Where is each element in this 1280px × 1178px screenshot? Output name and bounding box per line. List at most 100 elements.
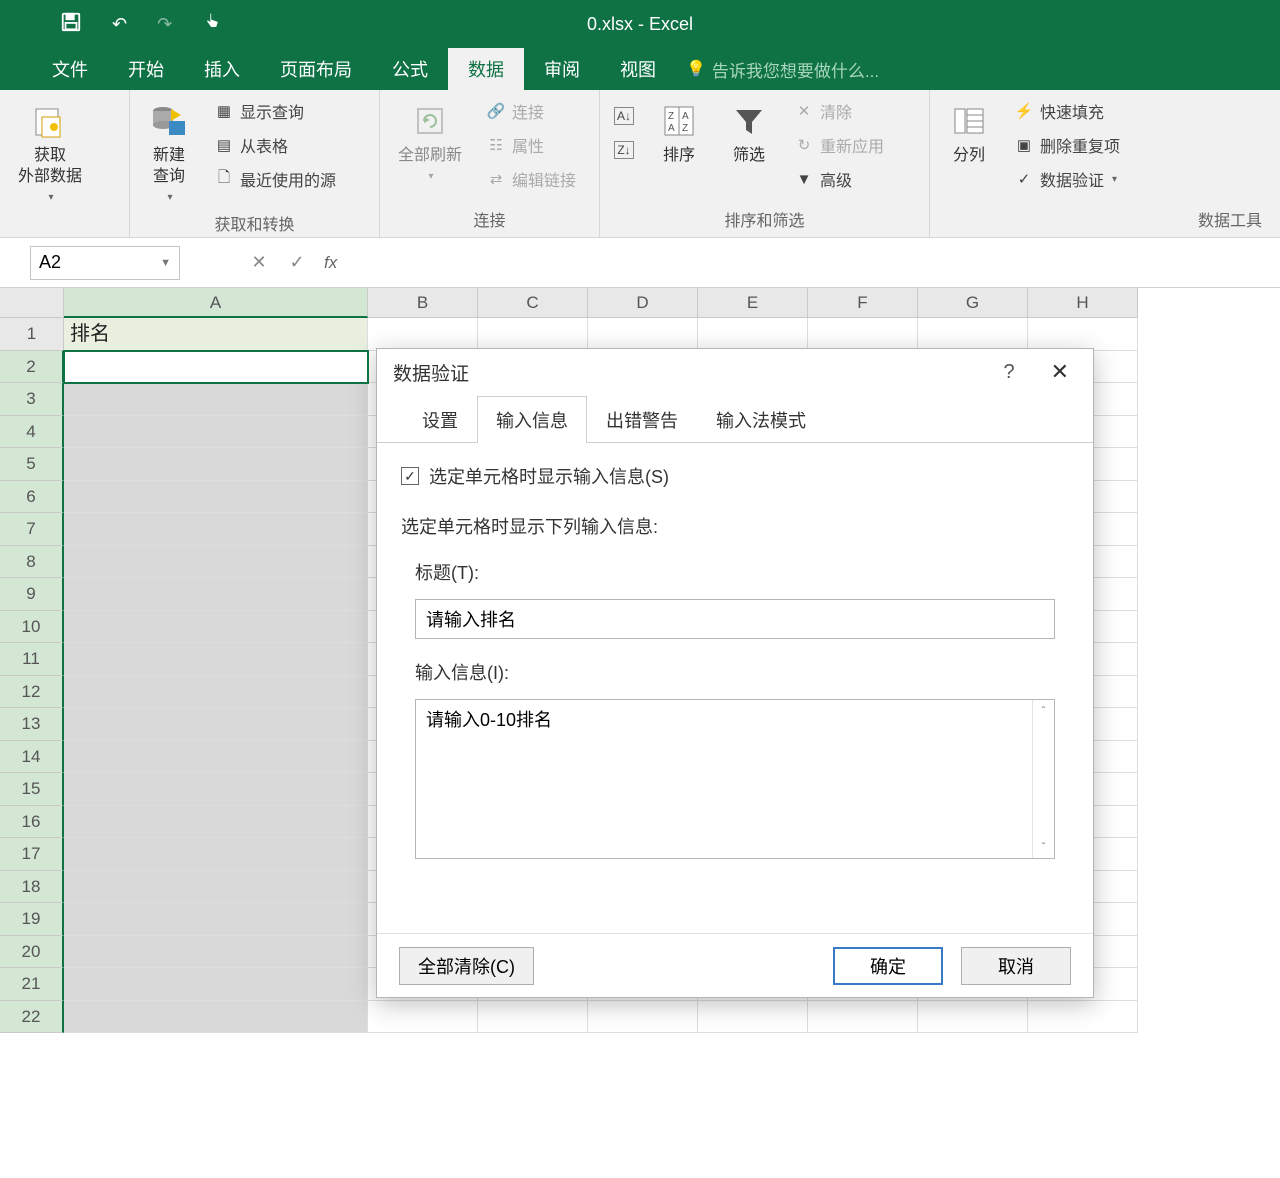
cell[interactable] xyxy=(698,318,808,351)
scroll-down-icon[interactable]: ˇ xyxy=(1042,840,1046,854)
sort-desc-button[interactable]: Z↓ xyxy=(608,138,640,162)
help-icon[interactable]: ? xyxy=(1003,361,1014,384)
tab-ime-mode[interactable]: 输入法模式 xyxy=(697,396,825,443)
advanced-filter-button[interactable]: ▼高级 xyxy=(788,164,890,194)
row-head-17[interactable]: 17 xyxy=(0,838,64,871)
col-head-E[interactable]: E xyxy=(698,288,808,318)
from-table-button[interactable]: ▤从表格 xyxy=(208,130,342,160)
name-box[interactable]: A2 ▼ xyxy=(30,246,180,280)
cell[interactable] xyxy=(368,318,478,351)
fx-icon[interactable]: fx xyxy=(316,253,345,273)
row-head-5[interactable]: 5 xyxy=(0,448,64,481)
cancel-button[interactable]: 取消 xyxy=(961,947,1071,985)
cell[interactable] xyxy=(64,968,368,1001)
tab-error-alert[interactable]: 出错警告 xyxy=(587,396,697,443)
tab-layout[interactable]: 页面布局 xyxy=(260,48,372,90)
cell[interactable] xyxy=(64,481,368,514)
cell[interactable] xyxy=(64,383,368,416)
message-textarea[interactable] xyxy=(416,700,1032,858)
cell[interactable] xyxy=(918,1001,1028,1034)
flash-fill-button[interactable]: ⚡快速填充 xyxy=(1008,96,1126,126)
tab-view[interactable]: 视图 xyxy=(600,48,676,90)
get-external-data-button[interactable]: 获取 外部数据 ▾ xyxy=(8,96,92,207)
row-head-9[interactable]: 9 xyxy=(0,578,64,611)
tab-formulas[interactable]: 公式 xyxy=(372,48,448,90)
text-to-columns-button[interactable]: 分列 xyxy=(938,96,1000,171)
cell[interactable] xyxy=(478,1001,588,1034)
dialog-titlebar[interactable]: 数据验证 ? ✕ xyxy=(377,349,1093,395)
row-head-3[interactable]: 3 xyxy=(0,383,64,416)
sort-asc-button[interactable]: A↓ xyxy=(608,104,640,128)
tab-input-message[interactable]: 输入信息 xyxy=(477,396,587,443)
cell[interactable] xyxy=(64,1001,368,1034)
cell[interactable] xyxy=(698,1001,808,1034)
undo-icon[interactable]: ↶ xyxy=(112,14,127,35)
row-head-10[interactable]: 10 xyxy=(0,611,64,644)
row-head-8[interactable]: 8 xyxy=(0,546,64,579)
filter-button[interactable]: 筛选 xyxy=(718,96,780,171)
tell-me-search[interactable]: 💡 告诉我您想要做什么... xyxy=(686,48,879,90)
col-head-C[interactable]: C xyxy=(478,288,588,318)
tab-home[interactable]: 开始 xyxy=(108,48,184,90)
cell[interactable] xyxy=(64,416,368,449)
cell[interactable] xyxy=(64,806,368,839)
row-head-19[interactable]: 19 xyxy=(0,903,64,936)
sort-button[interactable]: ZAAZ 排序 xyxy=(648,96,710,171)
row-head-6[interactable]: 6 xyxy=(0,481,64,514)
cell[interactable] xyxy=(64,351,368,384)
cell[interactable] xyxy=(1028,318,1138,351)
cell[interactable] xyxy=(64,903,368,936)
tab-settings[interactable]: 设置 xyxy=(403,396,477,443)
tab-insert[interactable]: 插入 xyxy=(184,48,260,90)
show-queries-button[interactable]: ▦显示查询 xyxy=(208,96,342,126)
col-head-D[interactable]: D xyxy=(588,288,698,318)
cell[interactable] xyxy=(64,578,368,611)
cell[interactable] xyxy=(368,1001,478,1034)
cell[interactable] xyxy=(808,318,918,351)
redo-icon[interactable]: ↷ xyxy=(157,14,172,35)
row-head-18[interactable]: 18 xyxy=(0,871,64,904)
row-head-4[interactable]: 4 xyxy=(0,416,64,449)
ok-button[interactable]: 确定 xyxy=(833,947,943,985)
cell[interactable] xyxy=(64,643,368,676)
touch-mode-icon[interactable] xyxy=(202,12,222,37)
cell[interactable] xyxy=(478,318,588,351)
refresh-all-button[interactable]: 全部刷新 ▾ xyxy=(388,96,472,186)
scroll-up-icon[interactable]: ˆ xyxy=(1042,704,1046,718)
show-input-message-checkbox[interactable]: ✓ xyxy=(401,467,419,485)
cell[interactable] xyxy=(64,546,368,579)
cell[interactable] xyxy=(64,773,368,806)
tab-file[interactable]: 文件 xyxy=(32,48,108,90)
row-head-7[interactable]: 7 xyxy=(0,513,64,546)
close-icon[interactable]: ✕ xyxy=(1043,355,1077,389)
properties-button[interactable]: ☷属性 xyxy=(480,130,582,160)
remove-duplicates-button[interactable]: ▣删除重复项 xyxy=(1008,130,1126,160)
cell[interactable] xyxy=(588,1001,698,1034)
cell[interactable] xyxy=(588,318,698,351)
row-head-15[interactable]: 15 xyxy=(0,773,64,806)
row-head-2[interactable]: 2 xyxy=(0,351,64,384)
row-head-20[interactable]: 20 xyxy=(0,936,64,969)
row-head-22[interactable]: 22 xyxy=(0,1001,64,1034)
cell[interactable] xyxy=(64,708,368,741)
clear-all-button[interactable]: 全部清除(C) xyxy=(399,947,534,985)
row-head-16[interactable]: 16 xyxy=(0,806,64,839)
select-all-corner[interactable] xyxy=(0,288,64,318)
cancel-formula-icon[interactable]: ✕ xyxy=(240,252,278,273)
enter-formula-icon[interactable]: ✓ xyxy=(278,252,316,273)
tab-data[interactable]: 数据 xyxy=(448,48,524,90)
row-head-13[interactable]: 13 xyxy=(0,708,64,741)
row-head-1[interactable]: 1 xyxy=(0,318,64,351)
col-head-G[interactable]: G xyxy=(918,288,1028,318)
dropdown-icon[interactable]: ▼ xyxy=(160,257,171,269)
cell[interactable] xyxy=(64,741,368,774)
col-head-H[interactable]: H xyxy=(1028,288,1138,318)
cell[interactable] xyxy=(64,936,368,969)
row-head-11[interactable]: 11 xyxy=(0,643,64,676)
col-head-A[interactable]: A xyxy=(64,288,368,318)
cell[interactable] xyxy=(64,513,368,546)
row-head-14[interactable]: 14 xyxy=(0,741,64,774)
row-head-21[interactable]: 21 xyxy=(0,968,64,1001)
data-validation-button[interactable]: ✓数据验证▾ xyxy=(1008,164,1126,194)
recent-sources-button[interactable]: 🗋最近使用的源 xyxy=(208,164,342,194)
